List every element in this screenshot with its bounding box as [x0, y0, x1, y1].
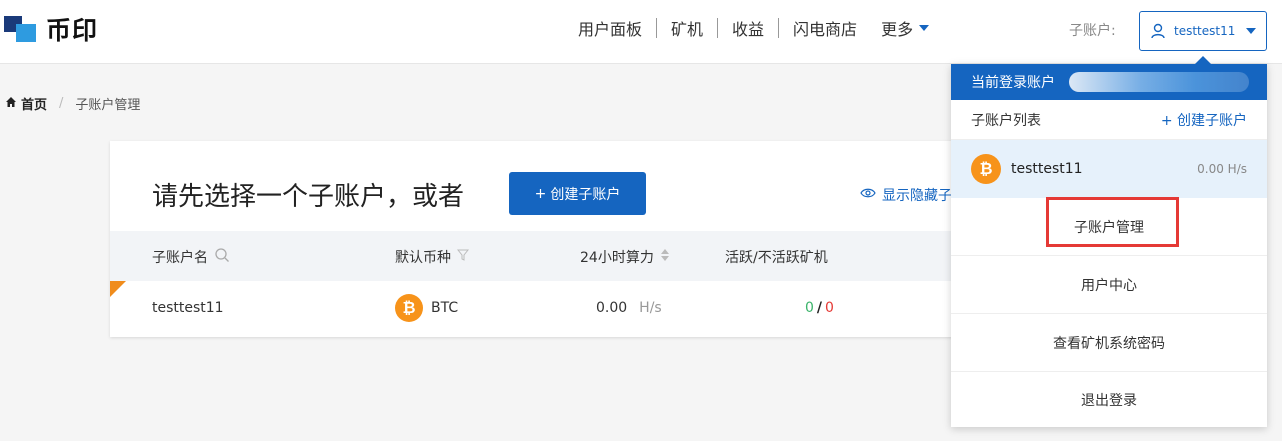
table-header: 子账户名 默认币种 24小时算力 活跃/不活跃矿机: [110, 231, 970, 281]
row-active-workers: 0: [805, 300, 814, 316]
current-login-header: 当前登录账户: [951, 64, 1267, 100]
column-coin-label: 默认币种: [395, 250, 451, 266]
main-nav: 用户面板 矿机 收益 闪电商店 更多: [564, 14, 930, 42]
nav-item-dashboard[interactable]: 用户面板: [564, 16, 656, 40]
logo[interactable]: 币印: [4, 12, 98, 46]
nav-item-shop[interactable]: 闪电商店: [779, 16, 871, 40]
eye-icon: [860, 187, 876, 203]
sub-account-card: 请先选择一个子账户，或者 + 创建子账户 显示隐藏子 子账户名 默认币种 24小…: [110, 141, 970, 337]
redacted-account-name: [1069, 72, 1249, 92]
show-hidden-label: 显示隐藏子: [882, 188, 952, 204]
breadcrumb-current: 子账户管理: [75, 98, 141, 113]
menu-item-miner-password[interactable]: 查看矿机系统密码: [951, 314, 1267, 372]
account-switcher-button[interactable]: testtest11: [1139, 11, 1267, 51]
row-hashrate: 0.00 H/s: [596, 300, 662, 316]
row-workers-separator: /: [816, 300, 823, 316]
nav-item-miners[interactable]: 矿机: [657, 16, 717, 40]
breadcrumb-separator: /: [59, 96, 64, 111]
chevron-down-icon: [1246, 28, 1256, 34]
show-hidden-toggle[interactable]: 显示隐藏子: [860, 185, 952, 205]
column-workers-label: 活跃/不活跃矿机: [725, 250, 828, 266]
nav-more-menu[interactable]: 更多: [881, 16, 930, 40]
current-account-name: testtest11: [1174, 24, 1236, 38]
user-icon: [1150, 23, 1166, 39]
chevron-down-icon: [919, 25, 930, 31]
row-name: testtest11: [152, 300, 224, 316]
bitcoin-icon: ₿: [971, 154, 1001, 184]
account-dropdown-menu: 当前登录账户 子账户列表 + 创建子账户 ₿ testtest11 0.00 H…: [951, 56, 1267, 429]
dropdown-account-item[interactable]: ₿ testtest11 0.00 H/s: [951, 140, 1267, 198]
plus-icon: +: [534, 185, 547, 202]
sub-account-list-title: 子账户列表: [971, 112, 1041, 129]
dropdown-arrow: [1195, 56, 1211, 64]
create-sub-account-button[interactable]: + 创建子账户: [509, 172, 646, 215]
row-hashrate-unit: H/s: [639, 300, 662, 316]
top-header: 币印 用户面板 矿机 收益 闪电商店 更多 子账户: testtest11: [0, 0, 1282, 64]
breadcrumb-home-label: 首页: [21, 98, 48, 113]
create-sub-account-label: 创建子账户: [550, 186, 621, 203]
column-header-name: 子账户名: [152, 247, 230, 267]
nav-item-earnings[interactable]: 收益: [718, 16, 778, 40]
column-header-hashrate[interactable]: 24小时算力: [580, 247, 670, 267]
breadcrumb: 首页 / 子账户管理: [5, 94, 140, 113]
home-icon: [5, 96, 17, 112]
nav-more-label: 更多: [881, 20, 914, 39]
column-header-coin: 默认币种: [395, 247, 470, 267]
dropdown-create-sub-account-link[interactable]: + 创建子账户: [1161, 110, 1247, 130]
filter-icon[interactable]: [456, 249, 470, 265]
table-row[interactable]: testtest11 ₿ BTC 0.00 H/s 0 / 0: [110, 281, 970, 337]
menu-item-user-center[interactable]: 用户中心: [951, 256, 1267, 314]
row-inactive-workers: 0: [825, 300, 834, 316]
column-name-label: 子账户名: [152, 250, 208, 266]
menu-item-logout[interactable]: 退出登录: [951, 371, 1267, 429]
sub-account-list-header: 子账户列表 + 创建子账户: [951, 100, 1267, 140]
column-hashrate-label: 24小时算力: [580, 250, 654, 266]
row-flag-marker: [110, 281, 126, 297]
row-hashrate-value: 0.00: [596, 300, 628, 316]
breadcrumb-home[interactable]: 首页: [5, 94, 47, 113]
dropdown-account-name: testtest11: [1011, 161, 1083, 177]
bitcoin-icon: ₿: [395, 294, 423, 322]
current-login-label: 当前登录账户: [971, 75, 1055, 91]
search-icon[interactable]: [214, 247, 230, 267]
page-title: 请先选择一个子账户，或者: [152, 182, 465, 212]
column-header-workers: 活跃/不活跃矿机: [725, 247, 828, 267]
dropdown-account-hashrate: 0.00 H/s: [1197, 162, 1247, 176]
sub-account-label: 子账户:: [1069, 23, 1116, 39]
highlight-annotation-box: [1046, 197, 1179, 247]
row-workers: 0 / 0: [805, 300, 834, 316]
row-coin-label: BTC: [431, 300, 459, 316]
row-coin: ₿ BTC: [395, 294, 458, 322]
logo-mark: [4, 16, 38, 42]
logo-text: 币印: [46, 16, 99, 45]
sort-icon[interactable]: [660, 248, 670, 266]
